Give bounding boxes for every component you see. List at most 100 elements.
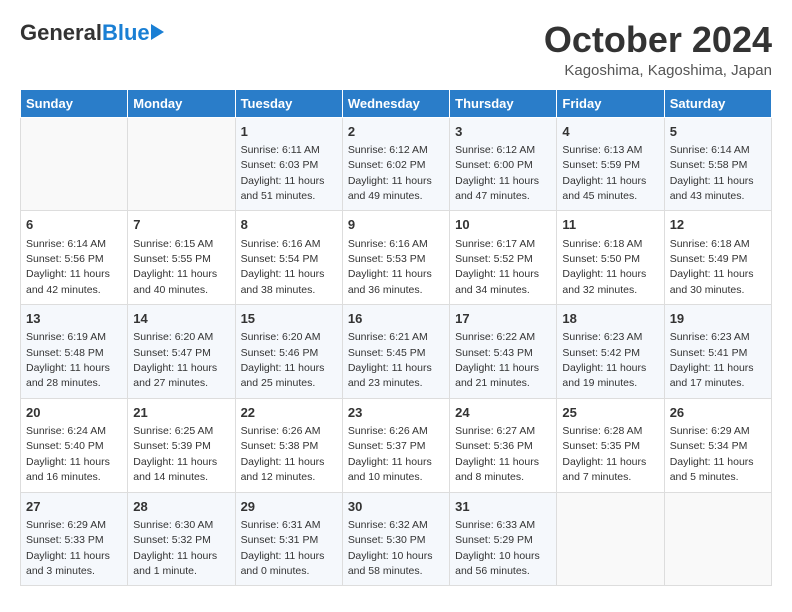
day-number: 1 (241, 123, 337, 141)
day-info: Sunrise: 6:14 AMSunset: 5:58 PMDaylight:… (670, 144, 754, 202)
day-number: 10 (455, 216, 551, 234)
calendar-cell (557, 492, 664, 586)
day-info: Sunrise: 6:26 AMSunset: 5:38 PMDaylight:… (241, 425, 325, 483)
day-info: Sunrise: 6:12 AMSunset: 6:02 PMDaylight:… (348, 144, 432, 202)
day-info: Sunrise: 6:33 AMSunset: 5:29 PMDaylight:… (455, 519, 540, 577)
calendar-cell: 18Sunrise: 6:23 AMSunset: 5:42 PMDayligh… (557, 305, 664, 399)
header-tuesday: Tuesday (235, 89, 342, 117)
day-number: 31 (455, 498, 551, 516)
calendar-cell: 3 Sunrise: 6:12 AMSunset: 6:00 PMDaylight… (450, 117, 557, 211)
calendar-week-4: 20 Sunrise: 6:24 AMSunset: 5:40 PMDayligh… (21, 398, 772, 492)
calendar-cell: 7Sunrise: 6:15 AMSunset: 5:55 PMDaylight… (128, 211, 235, 305)
day-info: Sunrise: 6:29 AMSunset: 5:33 PMDaylight:… (26, 519, 110, 577)
calendar-cell: 22 Sunrise: 6:26 AMSunset: 5:38 PMDayligh… (235, 398, 342, 492)
calendar-cell: 17Sunrise: 6:22 AMSunset: 5:43 PMDayligh… (450, 305, 557, 399)
day-info: Sunrise: 6:30 AMSunset: 5:32 PMDaylight:… (133, 519, 217, 577)
header-wednesday: Wednesday (342, 89, 449, 117)
calendar-cell: 1 Sunrise: 6:11 AMSunset: 6:03 PMDaylight… (235, 117, 342, 211)
header-monday: Monday (128, 89, 235, 117)
calendar-week-5: 27 Sunrise: 6:29 AMSunset: 5:33 PMDayligh… (21, 492, 772, 586)
day-number: 27 (26, 498, 122, 516)
day-info: Sunrise: 6:19 AMSunset: 5:48 PMDaylight:… (26, 331, 110, 389)
month-title: October 2024 (544, 20, 772, 60)
day-number: 15 (241, 310, 337, 328)
calendar-cell: 19 Sunrise: 6:23 AMSunset: 5:41 PMDayligh… (664, 305, 771, 399)
day-info: Sunrise: 6:29 AMSunset: 5:34 PMDaylight:… (670, 425, 754, 483)
day-info: Sunrise: 6:22 AMSunset: 5:43 PMDaylight:… (455, 331, 539, 389)
day-number: 28 (133, 498, 229, 516)
day-number: 23 (348, 404, 444, 422)
day-info: Sunrise: 6:12 AMSunset: 6:00 PMDaylight:… (455, 144, 539, 202)
calendar-cell: 2 Sunrise: 6:12 AMSunset: 6:02 PMDaylight… (342, 117, 449, 211)
day-number: 19 (670, 310, 766, 328)
calendar-body: 1 Sunrise: 6:11 AMSunset: 6:03 PMDaylight… (21, 117, 772, 586)
calendar-cell: 25 Sunrise: 6:28 AMSunset: 5:35 PMDayligh… (557, 398, 664, 492)
calendar-cell: 28 Sunrise: 6:30 AMSunset: 5:32 PMDayligh… (128, 492, 235, 586)
calendar-cell: 27 Sunrise: 6:29 AMSunset: 5:33 PMDayligh… (21, 492, 128, 586)
day-number: 18 (562, 310, 658, 328)
day-number: 16 (348, 310, 444, 328)
calendar-week-2: 6Sunrise: 6:14 AMSunset: 5:56 PMDaylight… (21, 211, 772, 305)
calendar-cell: 6Sunrise: 6:14 AMSunset: 5:56 PMDaylight… (21, 211, 128, 305)
day-number: 8 (241, 216, 337, 234)
calendar-cell: 16 Sunrise: 6:21 AMSunset: 5:45 PMDayligh… (342, 305, 449, 399)
header-friday: Friday (557, 89, 664, 117)
day-number: 22 (241, 404, 337, 422)
calendar-table: Sunday Monday Tuesday Wednesday Thursday… (20, 89, 772, 587)
day-number: 11 (562, 216, 658, 234)
header-thursday: Thursday (450, 89, 557, 117)
calendar-cell (21, 117, 128, 211)
day-info: Sunrise: 6:20 AMSunset: 5:46 PMDaylight:… (241, 331, 325, 389)
day-number: 12 (670, 216, 766, 234)
calendar-cell: 5 Sunrise: 6:14 AMSunset: 5:58 PMDaylight… (664, 117, 771, 211)
calendar-header: Sunday Monday Tuesday Wednesday Thursday… (21, 89, 772, 117)
calendar-cell: 20 Sunrise: 6:24 AMSunset: 5:40 PMDayligh… (21, 398, 128, 492)
day-info: Sunrise: 6:21 AMSunset: 5:45 PMDaylight:… (348, 331, 432, 389)
day-number: 4 (562, 123, 658, 141)
day-info: Sunrise: 6:26 AMSunset: 5:37 PMDaylight:… (348, 425, 432, 483)
day-info: Sunrise: 6:23 AMSunset: 5:41 PMDaylight:… (670, 331, 754, 389)
day-info: Sunrise: 6:31 AMSunset: 5:31 PMDaylight:… (241, 519, 325, 577)
day-number: 26 (670, 404, 766, 422)
header-sunday: Sunday (21, 89, 128, 117)
logo-arrow-icon (151, 24, 164, 40)
day-info: Sunrise: 6:16 AMSunset: 5:53 PMDaylight:… (348, 238, 432, 296)
day-number: 29 (241, 498, 337, 516)
calendar-cell: 12 Sunrise: 6:18 AMSunset: 5:49 PMDayligh… (664, 211, 771, 305)
calendar-cell: 29 Sunrise: 6:31 AMSunset: 5:31 PMDayligh… (235, 492, 342, 586)
header-row: Sunday Monday Tuesday Wednesday Thursday… (21, 89, 772, 117)
day-info: Sunrise: 6:14 AMSunset: 5:56 PMDaylight:… (26, 238, 110, 296)
day-number: 14 (133, 310, 229, 328)
day-number: 13 (26, 310, 122, 328)
calendar-cell: 11 Sunrise: 6:18 AMSunset: 5:50 PMDayligh… (557, 211, 664, 305)
day-info: Sunrise: 6:16 AMSunset: 5:54 PMDaylight:… (241, 238, 325, 296)
day-number: 30 (348, 498, 444, 516)
calendar-cell: 21Sunrise: 6:25 AMSunset: 5:39 PMDayligh… (128, 398, 235, 492)
calendar-cell: 13 Sunrise: 6:19 AMSunset: 5:48 PMDayligh… (21, 305, 128, 399)
day-info: Sunrise: 6:28 AMSunset: 5:35 PMDaylight:… (562, 425, 646, 483)
calendar-week-3: 13 Sunrise: 6:19 AMSunset: 5:48 PMDayligh… (21, 305, 772, 399)
logo: GeneralBlue (20, 20, 164, 46)
day-info: Sunrise: 6:32 AMSunset: 5:30 PMDaylight:… (348, 519, 433, 577)
calendar-cell: 8 Sunrise: 6:16 AMSunset: 5:54 PMDaylight… (235, 211, 342, 305)
calendar-cell: 10Sunrise: 6:17 AMSunset: 5:52 PMDayligh… (450, 211, 557, 305)
day-info: Sunrise: 6:18 AMSunset: 5:50 PMDaylight:… (562, 238, 646, 296)
day-info: Sunrise: 6:24 AMSunset: 5:40 PMDaylight:… (26, 425, 110, 483)
day-info: Sunrise: 6:18 AMSunset: 5:49 PMDaylight:… (670, 238, 754, 296)
day-number: 20 (26, 404, 122, 422)
day-number: 3 (455, 123, 551, 141)
day-number: 7 (133, 216, 229, 234)
calendar-week-1: 1 Sunrise: 6:11 AMSunset: 6:03 PMDaylight… (21, 117, 772, 211)
day-number: 2 (348, 123, 444, 141)
calendar-cell: 9Sunrise: 6:16 AMSunset: 5:53 PMDaylight… (342, 211, 449, 305)
calendar-cell: 31 Sunrise: 6:33 AMSunset: 5:29 PMDayligh… (450, 492, 557, 586)
calendar-cell: 15 Sunrise: 6:20 AMSunset: 5:46 PMDayligh… (235, 305, 342, 399)
calendar-cell: 4 Sunrise: 6:13 AMSunset: 5:59 PMDaylight… (557, 117, 664, 211)
day-info: Sunrise: 6:27 AMSunset: 5:36 PMDaylight:… (455, 425, 539, 483)
day-info: Sunrise: 6:13 AMSunset: 5:59 PMDaylight:… (562, 144, 646, 202)
day-number: 5 (670, 123, 766, 141)
header-saturday: Saturday (664, 89, 771, 117)
day-number: 25 (562, 404, 658, 422)
day-info: Sunrise: 6:11 AMSunset: 6:03 PMDaylight:… (241, 144, 325, 202)
calendar-cell (128, 117, 235, 211)
